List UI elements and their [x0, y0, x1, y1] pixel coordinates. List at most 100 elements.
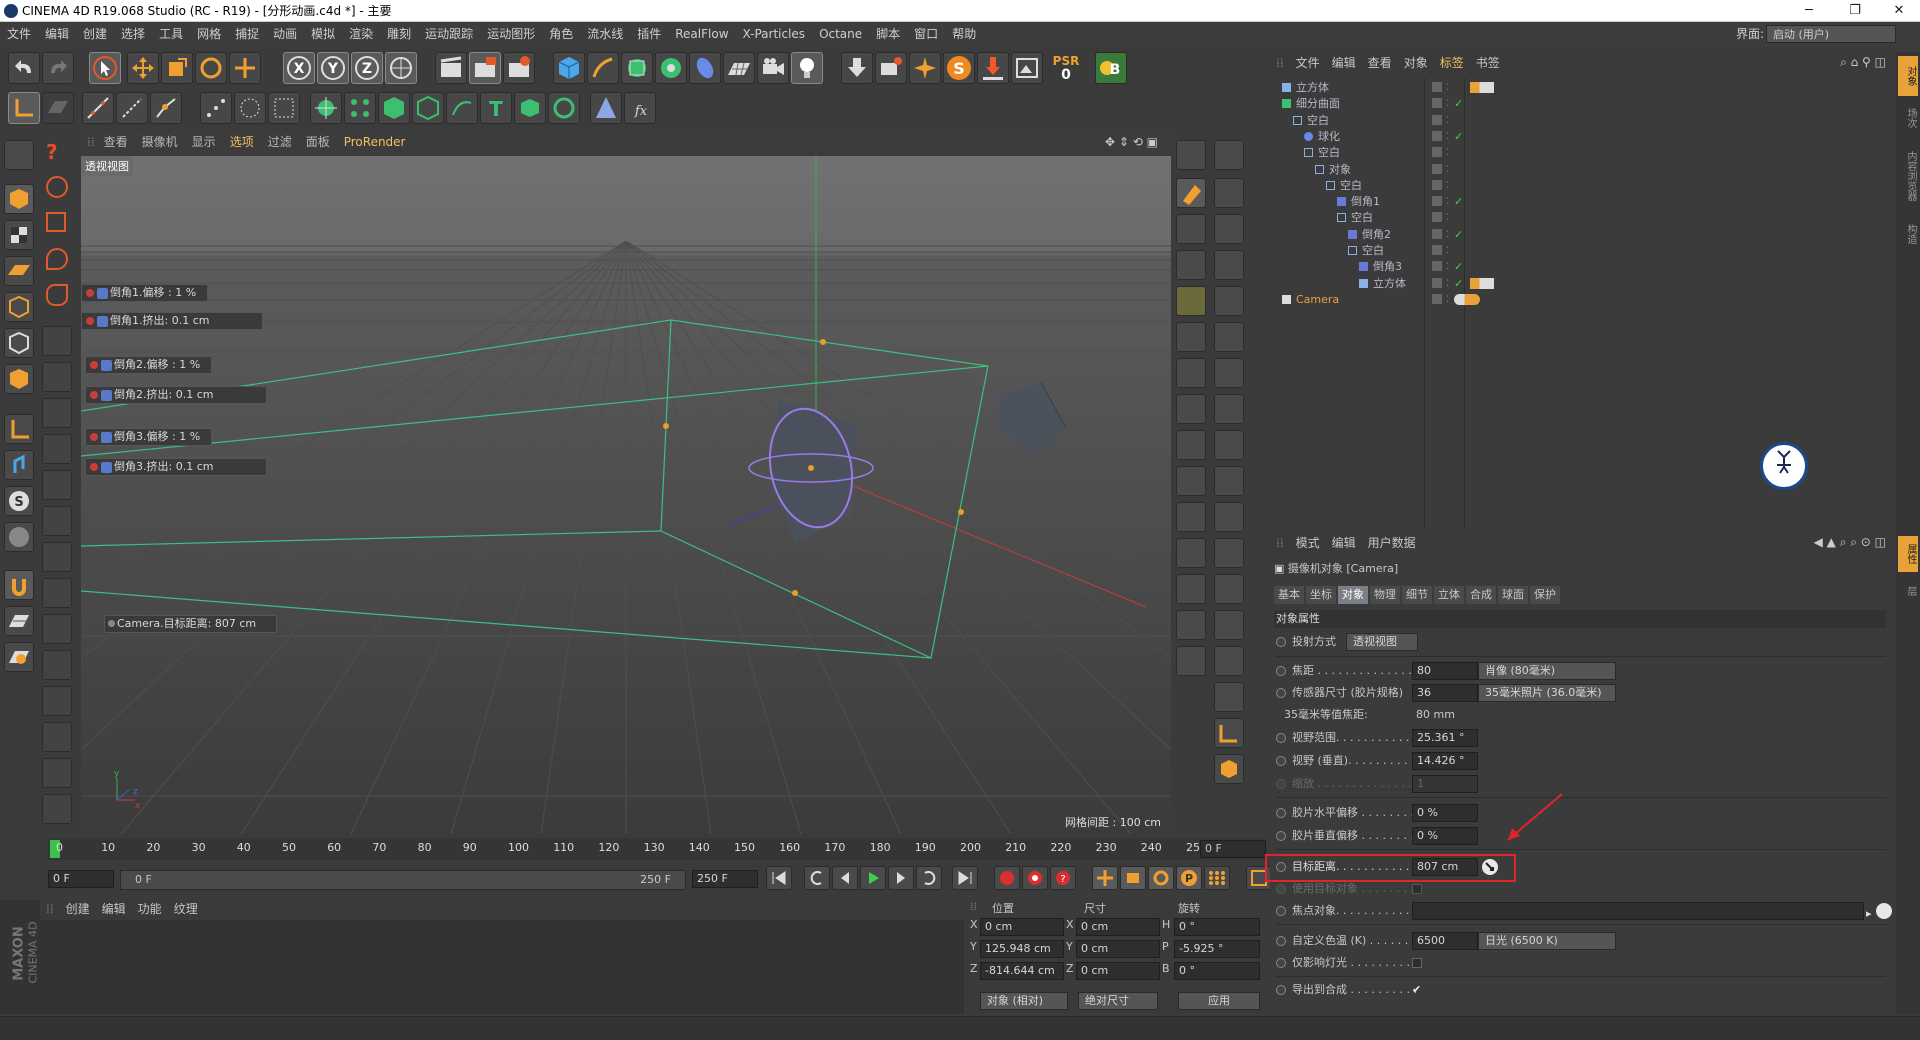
hud-camera-target-distance[interactable]: Camera.目标距离: 807 cm [104, 615, 277, 633]
attribute-tab[interactable]: 物理 [1370, 586, 1400, 604]
hud-bevel2-extrude[interactable]: 倒角2.挤出: 0.1 cm [85, 386, 267, 404]
dock-tab-attributes[interactable]: 属性 [1898, 536, 1918, 572]
material-menu-edit[interactable]: 编辑 [96, 898, 132, 920]
transform-icon[interactable] [229, 52, 261, 84]
focal-preset-dropdown[interactable]: 肖像 (80毫米) [1478, 662, 1616, 680]
fracture-icon[interactable] [344, 92, 376, 124]
view-tool-22-icon[interactable] [1176, 538, 1206, 568]
tool-slot-11-icon[interactable] [42, 686, 72, 716]
om-search-home-icons[interactable]: ⌕ ⌂ ⚲ ◫ [1840, 55, 1886, 70]
key-parameter-icon[interactable]: P [1176, 866, 1202, 890]
view-tool-18-icon[interactable] [1176, 466, 1206, 496]
render-view-icon[interactable] [435, 52, 467, 84]
view-tool-14-icon[interactable] [1176, 394, 1206, 424]
rotate-icon[interactable] [195, 52, 227, 84]
menu-realflow[interactable]: RealFlow [668, 22, 735, 46]
edge-select-icon[interactable] [4, 328, 34, 358]
size-mode-dropdown[interactable]: 绝对尺寸 [1078, 992, 1158, 1010]
tool-slot-5-icon[interactable] [42, 470, 72, 500]
extrude-icon[interactable] [150, 92, 182, 124]
film-offset-x-field[interactable]: 0 % [1412, 804, 1478, 822]
layout-dropdown[interactable]: 启动 (用户) [1766, 25, 1896, 43]
menu-snap[interactable]: 捕捉 [228, 22, 266, 46]
attribute-tab[interactable]: 合成 [1466, 586, 1496, 604]
hud-bevel3-extrude[interactable]: 倒角3.挤出: 0.1 cm [85, 458, 267, 476]
viewport-menu-display[interactable]: 显示 [185, 132, 223, 152]
view-tool-6-icon[interactable] [1176, 250, 1206, 280]
tool-slot-7-icon[interactable] [42, 542, 72, 572]
attribute-tab[interactable]: 基本 [1274, 586, 1304, 604]
coord-rotation-field[interactable]: 0 ° [1174, 918, 1260, 936]
render-visibility-dots[interactable]: ⁚ [1446, 290, 1449, 310]
coord-position-field[interactable]: -814.644 cm [980, 962, 1064, 980]
close-button[interactable]: ✕ [1876, 0, 1920, 22]
viewport-menu-camera[interactable]: 摄像机 [135, 132, 185, 152]
sensor-preset-dropdown[interactable]: 35毫米照片 (36.0毫米) [1478, 684, 1616, 702]
view-tool-17-icon[interactable] [1214, 430, 1244, 460]
tool-slot-13-icon[interactable] [42, 758, 72, 788]
menu-mograph[interactable]: 运动图形 [480, 22, 542, 46]
view-tool-10-icon[interactable] [1176, 322, 1206, 352]
cube-primitive-icon[interactable] [553, 52, 585, 84]
view-tool-25-icon[interactable] [1214, 574, 1244, 604]
solo-icon[interactable] [4, 522, 34, 552]
view-tool-7-icon[interactable] [1214, 250, 1244, 280]
start-frame-field[interactable]: 0 F [48, 870, 114, 890]
view-tool-21-icon[interactable] [1214, 502, 1244, 532]
menu-character[interactable]: 角色 [542, 22, 580, 46]
snapping-icon[interactable]: S [4, 486, 34, 516]
menu-script[interactable]: 脚本 [869, 22, 907, 46]
view-tool-4-icon[interactable] [1176, 214, 1206, 244]
anim-radio[interactable] [1276, 756, 1286, 766]
play-icon[interactable] [860, 866, 886, 890]
grid-snap-icon[interactable] [4, 606, 34, 636]
attribute-tab[interactable]: 保护 [1530, 586, 1560, 604]
visibility-toggle-icon[interactable] [1432, 82, 1442, 92]
live-selection-icon[interactable] [89, 52, 121, 84]
menu-animate[interactable]: 动画 [266, 22, 304, 46]
view-tool-29-icon[interactable] [1214, 646, 1244, 676]
axis-mode-icon[interactable] [4, 414, 34, 444]
spline-wrap-icon[interactable] [590, 92, 622, 124]
om-menu-file[interactable]: 文件 [1290, 52, 1326, 74]
anim-radio[interactable] [1276, 985, 1286, 995]
view-tool-1-icon[interactable] [1176, 140, 1206, 170]
viewport-menu-options[interactable]: 选项 [223, 132, 261, 152]
voronoi-icon[interactable] [378, 92, 410, 124]
view-tool-15-icon[interactable] [1214, 394, 1244, 424]
view-tool-24-icon[interactable] [1176, 574, 1206, 604]
go-to-end-icon[interactable] [952, 866, 978, 890]
effector-cube-icon[interactable] [514, 92, 546, 124]
coord-mode-dropdown[interactable]: 对象 (相对) [980, 992, 1068, 1010]
edge-mode-icon[interactable] [234, 92, 266, 124]
tool-slot-6-icon[interactable] [42, 506, 72, 536]
menu-select[interactable]: 选择 [114, 22, 152, 46]
record-keys-icon[interactable] [994, 866, 1020, 890]
anim-radio[interactable] [1276, 637, 1286, 647]
subdivision-surface-icon[interactable] [621, 52, 653, 84]
visibility-toggle-icon[interactable] [1432, 196, 1442, 207]
key-position-icon[interactable] [1092, 866, 1118, 890]
menu-tools[interactable]: 工具 [152, 22, 190, 46]
temperature-preset-dropdown[interactable]: 日光 (6500 K) [1478, 932, 1616, 950]
om-menu-view[interactable]: 查看 [1362, 52, 1398, 74]
coord-size-field[interactable]: 0 cm [1076, 940, 1160, 958]
end-frame-field[interactable]: 250 F [692, 870, 758, 890]
workplane-mode-icon[interactable] [4, 256, 34, 286]
menu-pipeline[interactable]: 流水线 [580, 22, 630, 46]
view-tool-30-icon[interactable] [1214, 682, 1244, 712]
render-settings-icon[interactable] [503, 52, 535, 84]
menu-octane[interactable]: Octane [812, 22, 869, 46]
anim-radio[interactable] [1276, 906, 1286, 916]
next-key-icon[interactable] [916, 866, 942, 890]
affect-lights-checkbox[interactable] [1412, 958, 1422, 968]
perspective-viewport[interactable]: 透视视图 倒角1.偏移 : 1 % 倒角1.挤出: 0.1 cm 倒角2.偏移 … [81, 156, 1171, 834]
texture-mode-icon[interactable] [4, 220, 34, 250]
anim-radio[interactable] [1276, 666, 1286, 676]
view-tool-31-icon[interactable] [1214, 718, 1244, 748]
dock-tab-content-browser[interactable]: 内容浏览器 [1898, 140, 1918, 212]
help-icon[interactable]: ? [46, 140, 68, 164]
tweak-mode-icon[interactable] [4, 450, 34, 480]
viewport-nav-icons[interactable]: ✥ ⇕ ⟲ ▣ [1098, 132, 1165, 152]
am-menu-user-data[interactable]: 用户数据 [1362, 532, 1422, 554]
